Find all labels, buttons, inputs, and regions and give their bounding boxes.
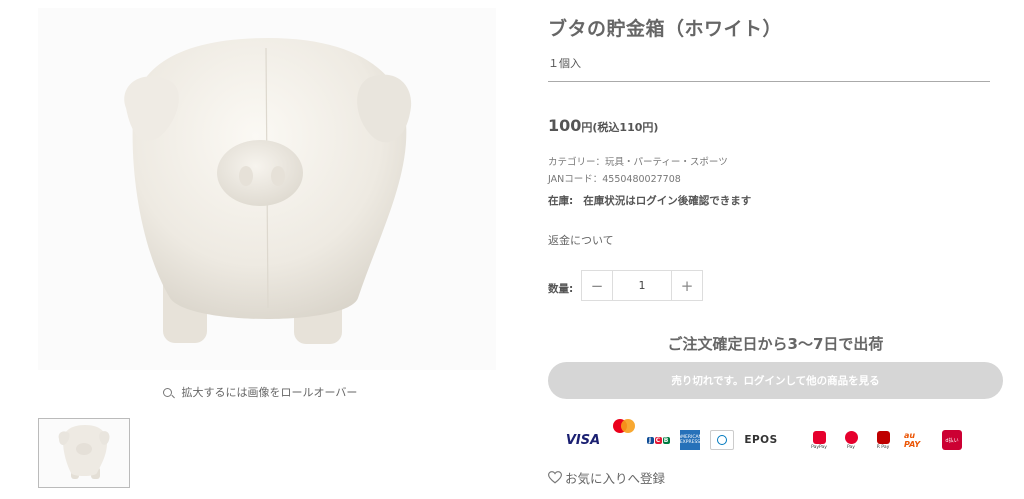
rakuten-pay-label: R Pay <box>876 444 890 450</box>
stock-value: 在庫状況はログイン後確認できます <box>583 195 752 207</box>
quantity-input[interactable]: 1 <box>612 271 672 300</box>
zoom-hint-text: 拡大するには画像をロールオーバー <box>181 386 358 399</box>
product-price: 100円(税込110円) <box>548 116 658 135</box>
price-tax-note: 円(税込110円) <box>581 121 659 134</box>
piggy-bank-image <box>124 38 412 344</box>
quantity-label: 数量: <box>548 283 574 295</box>
shipping-notice: ご注文確定日から3〜7日で出荷 <box>667 335 884 353</box>
quantity-increase-button[interactable]: + <box>672 271 702 300</box>
epos-icon: EPOS <box>744 434 778 446</box>
stock-status: 在庫: 在庫状況はログイン後確認できます <box>548 193 751 208</box>
amex-icon: AMERICAN EXPRESS <box>678 430 702 450</box>
merpay-label: Pay <box>847 444 855 450</box>
d-barai-icon: d払い <box>942 430 962 450</box>
zoom-hint: 拡大するには画像をロールオーバー <box>0 384 520 400</box>
heart-icon <box>548 471 562 484</box>
refund-link[interactable]: 返金について <box>548 232 614 248</box>
price-amount: 100 <box>548 116 582 135</box>
product-info: ブタの貯金箱（ホワイト） １個入 100円(税込110円) カテゴリー：玩具・パ… <box>548 0 1004 499</box>
au-pay-icon: au PAY <box>904 431 921 449</box>
product-main-image[interactable] <box>38 8 496 370</box>
rakuten-pay-icon: R Pay <box>872 426 894 454</box>
product-jan-code: JANコード：4550480027708 <box>548 174 681 185</box>
magnifier-icon <box>162 388 172 397</box>
merpay-icon: Pay <box>840 426 862 454</box>
favorite-button[interactable]: お気に入りへ登録 <box>548 468 665 487</box>
paypay-icon: PayPay <box>808 426 830 454</box>
divider <box>548 81 990 82</box>
product-title: ブタの貯金箱（ホワイト） <box>548 18 783 40</box>
diners-club-icon <box>710 430 734 450</box>
product-thumbnail[interactable] <box>38 418 130 488</box>
visa-icon: VISA <box>565 432 601 448</box>
piggy-bank-thumbnail-image <box>39 419 129 487</box>
sold-out-button[interactable]: 売り切れです。ログインして他の商品を見る <box>548 362 1003 399</box>
stock-label: 在庫: <box>548 195 574 207</box>
product-unit: １個入 <box>548 57 581 70</box>
payment-methods: VISA JCB AMERICAN EXPRESS EPOS PayPay Pa… <box>565 419 972 454</box>
jcb-icon: JCB <box>646 431 670 449</box>
quantity-stepper: − 1 + <box>581 270 703 301</box>
favorite-label: お気に入りへ登録 <box>565 471 666 486</box>
quantity-decrease-button[interactable]: − <box>582 271 612 300</box>
mastercard-icon <box>610 419 636 454</box>
product-gallery: 拡大するには画像をロールオーバー <box>0 0 520 499</box>
paypay-label: PayPay <box>811 444 827 450</box>
product-category: カテゴリー：玩具・パーティー・スポーツ <box>548 157 728 168</box>
